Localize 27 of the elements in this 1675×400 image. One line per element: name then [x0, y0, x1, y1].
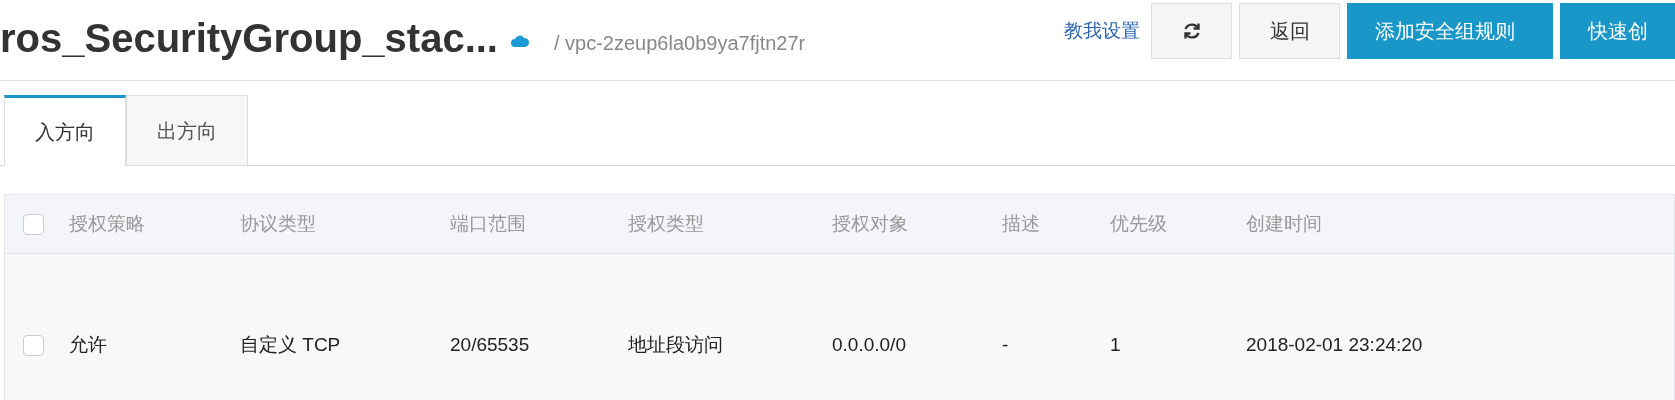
refresh-icon [1181, 21, 1202, 41]
column-header: 授权策略 [69, 211, 145, 236]
table-cell-text: 20/65535 [450, 332, 530, 357]
table-cell-text: 2018-02-01 23:24:20 [1246, 332, 1423, 357]
table-cell-text: 1 [1110, 332, 1121, 357]
tab[interactable]: 出方向 [126, 95, 248, 165]
checkbox[interactable] [23, 334, 44, 356]
column-header: 授权类型 [628, 211, 704, 236]
refresh-button[interactable] [1151, 3, 1232, 59]
cloud-icon [509, 34, 530, 48]
back-button[interactable]: 返回 [1239, 3, 1340, 59]
page-title: ros_SecurityGroup_stac... [0, 15, 498, 62]
table-cell-text: 允许 [69, 332, 107, 357]
column-header: 优先级 [1110, 211, 1167, 236]
vpc-id: / vpc-2zeup6la0b9ya7fjtn27r [553, 31, 806, 56]
table-cell-text: - [1002, 332, 1009, 357]
column-header: 创建时间 [1246, 211, 1322, 236]
column-header: 端口范围 [450, 211, 526, 236]
help-link[interactable]: 教我设置 [1064, 17, 1140, 46]
table-cell-text: 自定义 TCP [240, 332, 341, 357]
column-header: 授权对象 [832, 211, 908, 236]
checkbox[interactable] [23, 213, 44, 235]
table-cell-text: 0.0.0.0/0 [832, 332, 906, 357]
table-cell-text: 地址段访问 [628, 332, 723, 357]
tab[interactable]: 入方向 [4, 95, 126, 166]
column-header: 协议类型 [240, 211, 316, 236]
column-header: 描述 [1002, 211, 1040, 236]
